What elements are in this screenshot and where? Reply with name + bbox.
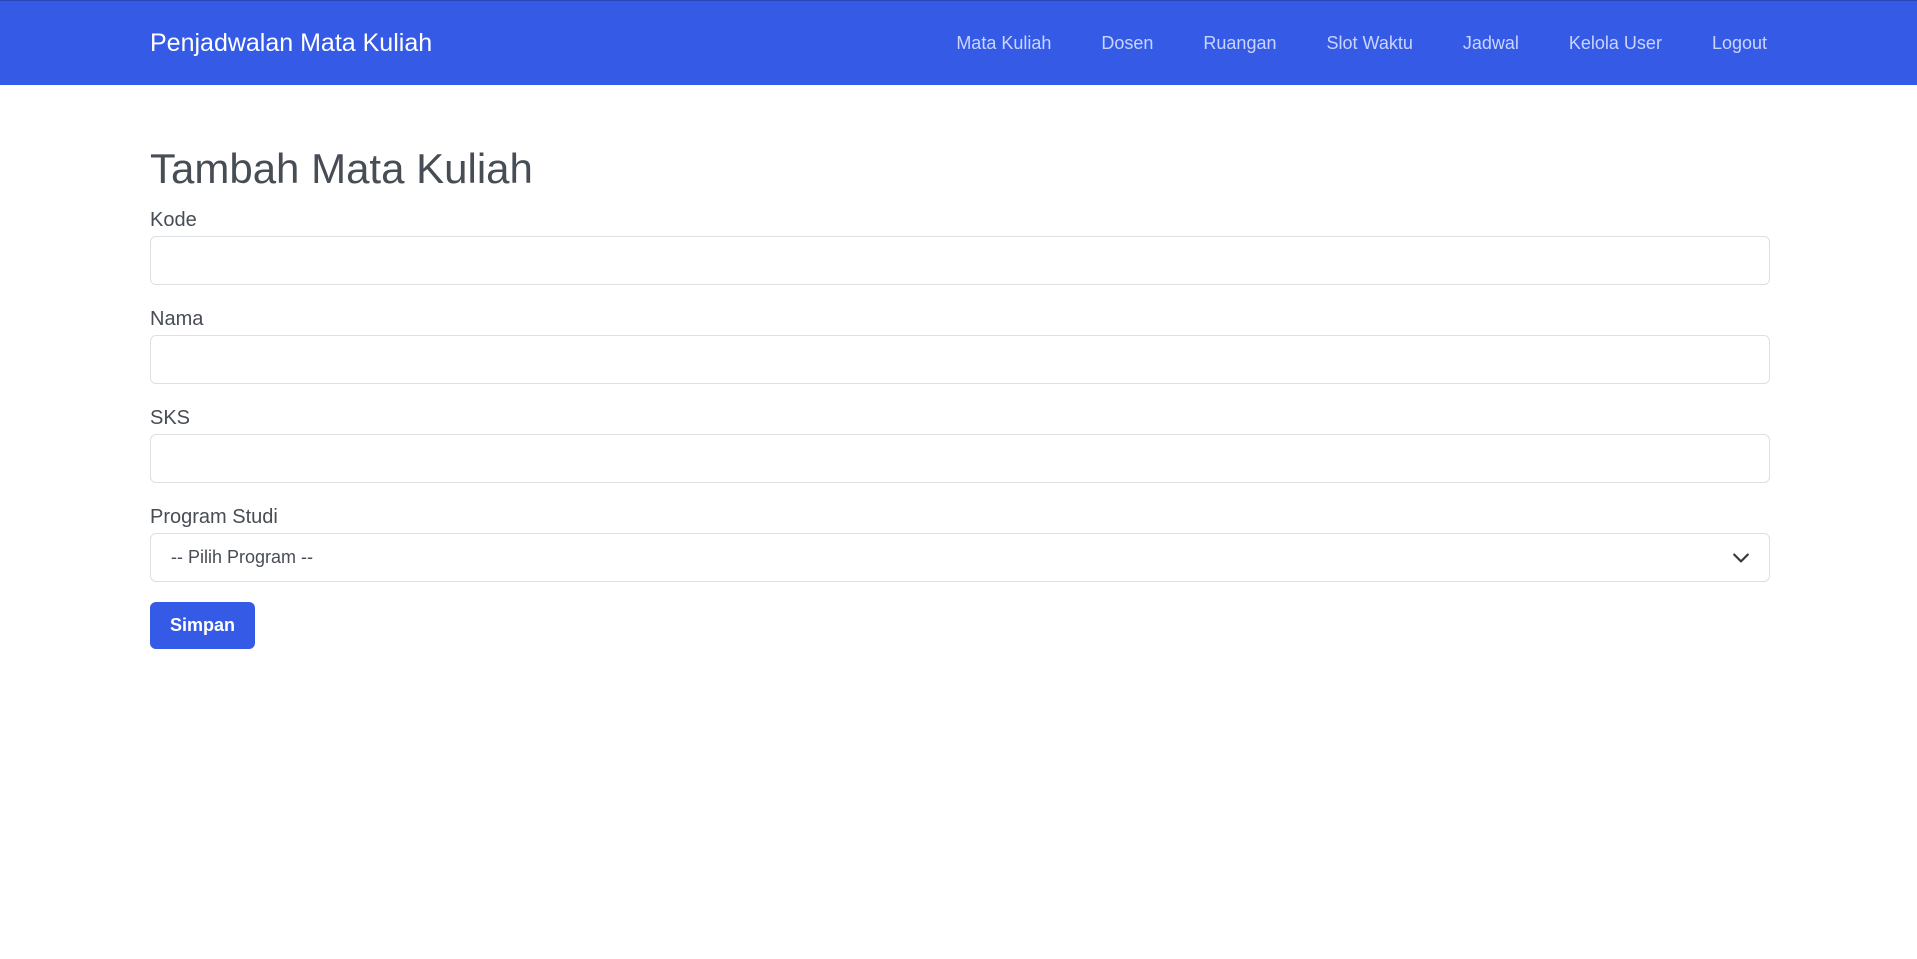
program-studi-group: Program Studi -- Pilih Program -- xyxy=(150,505,1770,582)
sks-group: SKS xyxy=(150,406,1770,483)
nama-label: Nama xyxy=(150,308,204,330)
program-studi-label: Program Studi xyxy=(150,506,278,528)
nama-input[interactable] xyxy=(150,335,1770,384)
nav-link-dosen[interactable]: Dosen xyxy=(1101,33,1153,53)
kode-label: Kode xyxy=(150,209,197,231)
page-title: Tambah Mata Kuliah xyxy=(150,145,533,192)
nav-link-mata-kuliah[interactable]: Mata Kuliah xyxy=(956,33,1051,53)
kode-group: Kode xyxy=(150,208,1770,285)
main-content: Tambah Mata Kuliah Kode Nama SKS Program… xyxy=(150,142,1770,649)
sks-label: SKS xyxy=(150,407,191,429)
program-studi-selected-value: -- Pilih Program -- xyxy=(171,547,314,567)
simpan-button[interactable]: Simpan xyxy=(150,602,255,649)
program-studi-select[interactable]: -- Pilih Program -- xyxy=(150,533,1770,582)
nav-link-slot-waktu[interactable]: Slot Waktu xyxy=(1326,33,1412,53)
nav-link-ruangan[interactable]: Ruangan xyxy=(1203,33,1276,53)
nav-link-logout[interactable]: Logout xyxy=(1712,33,1767,53)
nama-group: Nama xyxy=(150,307,1770,384)
program-studi-select-wrap: -- Pilih Program -- xyxy=(150,533,1770,582)
nav-link-kelola-user[interactable]: Kelola User xyxy=(1569,33,1662,53)
nav-link-jadwal[interactable]: Jadwal xyxy=(1463,33,1519,53)
nav-links: Mata Kuliah Dosen Ruangan Slot Waktu Jad… xyxy=(956,1,1767,86)
add-course-form: Kode Nama SKS Program Studi -- Pilih Pro… xyxy=(150,208,1770,649)
brand-link[interactable]: Penjadwalan Mata Kuliah xyxy=(150,27,432,59)
top-navbar: Penjadwalan Mata Kuliah Mata Kuliah Dose… xyxy=(0,0,1917,85)
chevron-down-icon xyxy=(1733,553,1749,563)
sks-input[interactable] xyxy=(150,434,1770,483)
kode-input[interactable] xyxy=(150,236,1770,285)
